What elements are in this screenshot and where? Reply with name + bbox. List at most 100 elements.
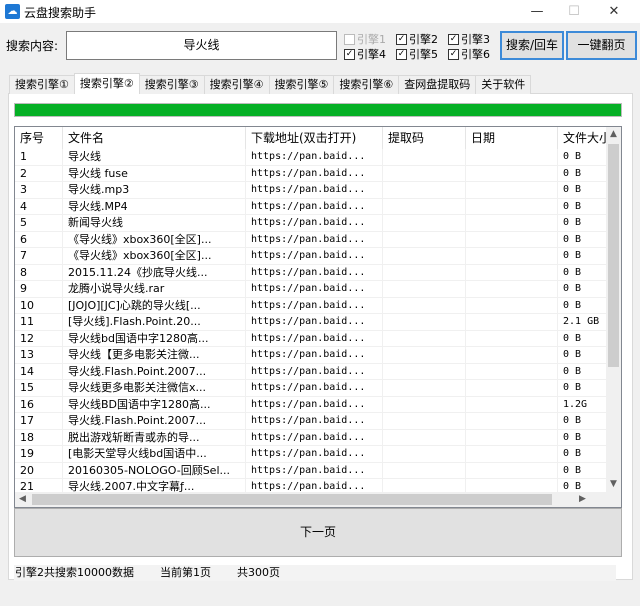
table-cell [466,446,558,462]
table-cell: https://pan.baid... [246,182,383,198]
checkbox-icon[interactable]: ✓ [344,48,355,60]
table-row[interactable]: 9 龙腾小说导火线.rar https://pan.baid... 0 B [15,281,608,298]
table-cell [466,231,558,247]
table-cell: 0 B [558,380,608,396]
table-cell: https://pan.baid... [246,380,383,396]
table-cell [383,149,466,165]
table-cell: https://pan.baid... [246,413,383,429]
tab-2[interactable]: 搜索引擎② [73,73,140,94]
table-row[interactable]: 14 导火线.Flash.Point.2007... https://pan.bai… [15,363,608,380]
table-row[interactable]: 2 导火线 fuse https://pan.baid... 0 B [15,165,608,182]
table-cell [466,297,558,313]
search-input[interactable]: 导火线 [66,31,337,60]
table-row[interactable]: 5 新闻导火线 https://pan.baid... 0 B [15,215,608,232]
table-row[interactable]: 15 导火线更多电影关注微信x... https://pan.baid... 0 B [15,380,608,397]
table-cell: 2.1 GB [558,314,608,330]
engine-checkbox-5[interactable]: ✓ 引擎5 [396,46,438,62]
engine-checkbox-3[interactable]: ✓ 引擎3 [448,31,490,47]
column-header[interactable]: 提取码 [383,127,466,149]
tab-8[interactable]: 关于软件 [475,75,532,94]
engine-checkbox-4[interactable]: ✓ 引擎4 [344,46,386,62]
table-cell: 导火线.mp3 [63,182,246,198]
table-cell: 0 B [558,429,608,445]
table-row[interactable]: 8 2015.11.24《抄底导火线... https://pan.baid... 0… [15,264,608,281]
table-row[interactable]: 7 《导火线》xbox360[全区]... https://pan.baid... 0… [15,248,608,265]
tab-7[interactable]: 查网盘提取码 [398,75,477,94]
column-header[interactable]: 日期 [466,127,558,149]
scroll-left-icon[interactable]: ◀ [15,492,30,507]
table-cell [383,248,466,264]
engine-checkbox-2[interactable]: ✓ 引擎2 [396,31,438,47]
search-button[interactable]: 搜索/回车 [500,31,564,60]
vertical-scrollbar[interactable]: ▲ ▼ [606,127,621,492]
column-header[interactable]: 文件大小 [558,127,608,149]
table-cell: 0 B [558,281,608,297]
table-cell: 导火线.Flash.Point.2007... [63,363,246,379]
table-cell: https://pan.baid... [246,231,383,247]
table-row[interactable]: 6 《导火线》xbox360[全区]... https://pan.baid... 0… [15,231,608,248]
scroll-up-icon[interactable]: ▲ [606,127,621,142]
column-header[interactable]: 序号 [15,127,63,149]
table-cell [466,264,558,280]
engine-checkbox-1[interactable]: 引擎1 [344,31,386,47]
title-bar: ☁ 云盘搜索助手 — ☐ ✕ [0,0,640,23]
table-cell: 导火线bd国语中字1280高... [63,330,246,346]
table-cell: 导火线【更多电影关注微... [63,347,246,363]
minimize-button[interactable]: — [517,0,557,23]
table-cell: 0 B [558,347,608,363]
horizontal-scrollbar[interactable]: ◀ ▶ [15,492,621,507]
checkbox-icon[interactable] [344,33,355,45]
checkbox-icon[interactable]: ✓ [448,33,459,45]
table-cell: 导火线更多电影关注微信x... [63,380,246,396]
close-button[interactable]: ✕ [594,0,634,23]
table-cell: 导火线 [63,149,246,165]
table-cell [383,396,466,412]
table-cell: https://pan.baid... [246,462,383,478]
table-row[interactable]: 13 导火线【更多电影关注微... https://pan.baid... 0 B [15,347,608,364]
table-cell [383,330,466,346]
engine-checkbox-6[interactable]: ✓ 引擎6 [448,46,490,62]
table-cell [383,314,466,330]
table-cell: 0 B [558,297,608,313]
table-row[interactable]: 4 导火线.MP4 https://pan.baid... 0 B [15,198,608,215]
column-header[interactable]: 下载地址(双击打开) [246,127,383,149]
table-row[interactable]: 1 导火线 https://pan.baid... 0 B [15,149,608,166]
table-row[interactable]: 20 20160305-NOLOGO-回顾Sel... https://pan.ba… [15,462,608,479]
maximize-button[interactable]: ☐ [554,0,594,23]
table-row[interactable]: 10 [JOJO][JC]心跳的导火线[... https://pan.baid..… [15,297,608,314]
table-cell: 导火线.MP4 [63,198,246,214]
column-header[interactable]: 文件名 [63,127,246,149]
table-cell: 0 B [558,446,608,462]
status-current-page: 当前第1页 [160,566,211,579]
table-cell: 12 [15,330,63,346]
table-cell: 17 [15,413,63,429]
table-row[interactable]: 3 导火线.mp3 https://pan.baid... 0 B [15,182,608,199]
checkbox-icon[interactable]: ✓ [448,48,459,60]
table-cell [383,297,466,313]
table-row[interactable]: 18 脱出游戏斩断青或赤的导... https://pan.baid... 0 B [15,429,608,446]
scroll-down-icon[interactable]: ▼ [606,477,621,492]
tab-1[interactable]: 搜索引擎① [9,75,75,94]
table-row[interactable]: 17 导火线.Flash.Point.2007... https://pan.bai… [15,413,608,430]
horizontal-scroll-thumb[interactable] [32,494,552,505]
scroll-right-icon[interactable]: ▶ [575,492,590,507]
table-row[interactable]: 16 导火线BD国语中字1280高... https://pan.baid... 1.… [15,396,608,413]
tab-3[interactable]: 搜索引擎③ [138,75,205,94]
tab-6[interactable]: 搜索引擎⑥ [333,75,400,94]
vertical-scroll-thumb[interactable] [608,144,619,367]
table-row[interactable]: 12 导火线bd国语中字1280高... https://pan.baid... 0 … [15,330,608,347]
checkbox-icon[interactable]: ✓ [396,48,407,60]
table-cell: https://pan.baid... [246,330,383,346]
tab-5[interactable]: 搜索引擎⑤ [268,75,335,94]
table-cell: 0 B [558,264,608,280]
table-cell: https://pan.baid... [246,248,383,264]
tab-4[interactable]: 搜索引擎④ [203,75,270,94]
table-row[interactable]: 11 [导火线].Flash.Point.20... https://pan.bai… [15,314,608,331]
table-row[interactable]: 19 [电影天堂导火线bd国语中... https://pan.baid... 0 B [15,446,608,463]
next-page-button[interactable]: 下一页 [14,508,622,557]
tab-bar: 搜索引擎① 搜索引擎② 搜索引擎③ 搜索引擎④ 搜索引擎⑤ 搜索引擎⑥ 查网盘提取码 关于软件 [9,73,532,94]
table-cell: 6 [15,231,63,247]
table-cell: 4 [15,198,63,214]
checkbox-icon[interactable]: ✓ [396,33,407,45]
page-all-button[interactable]: 一键翻页 [566,31,637,60]
